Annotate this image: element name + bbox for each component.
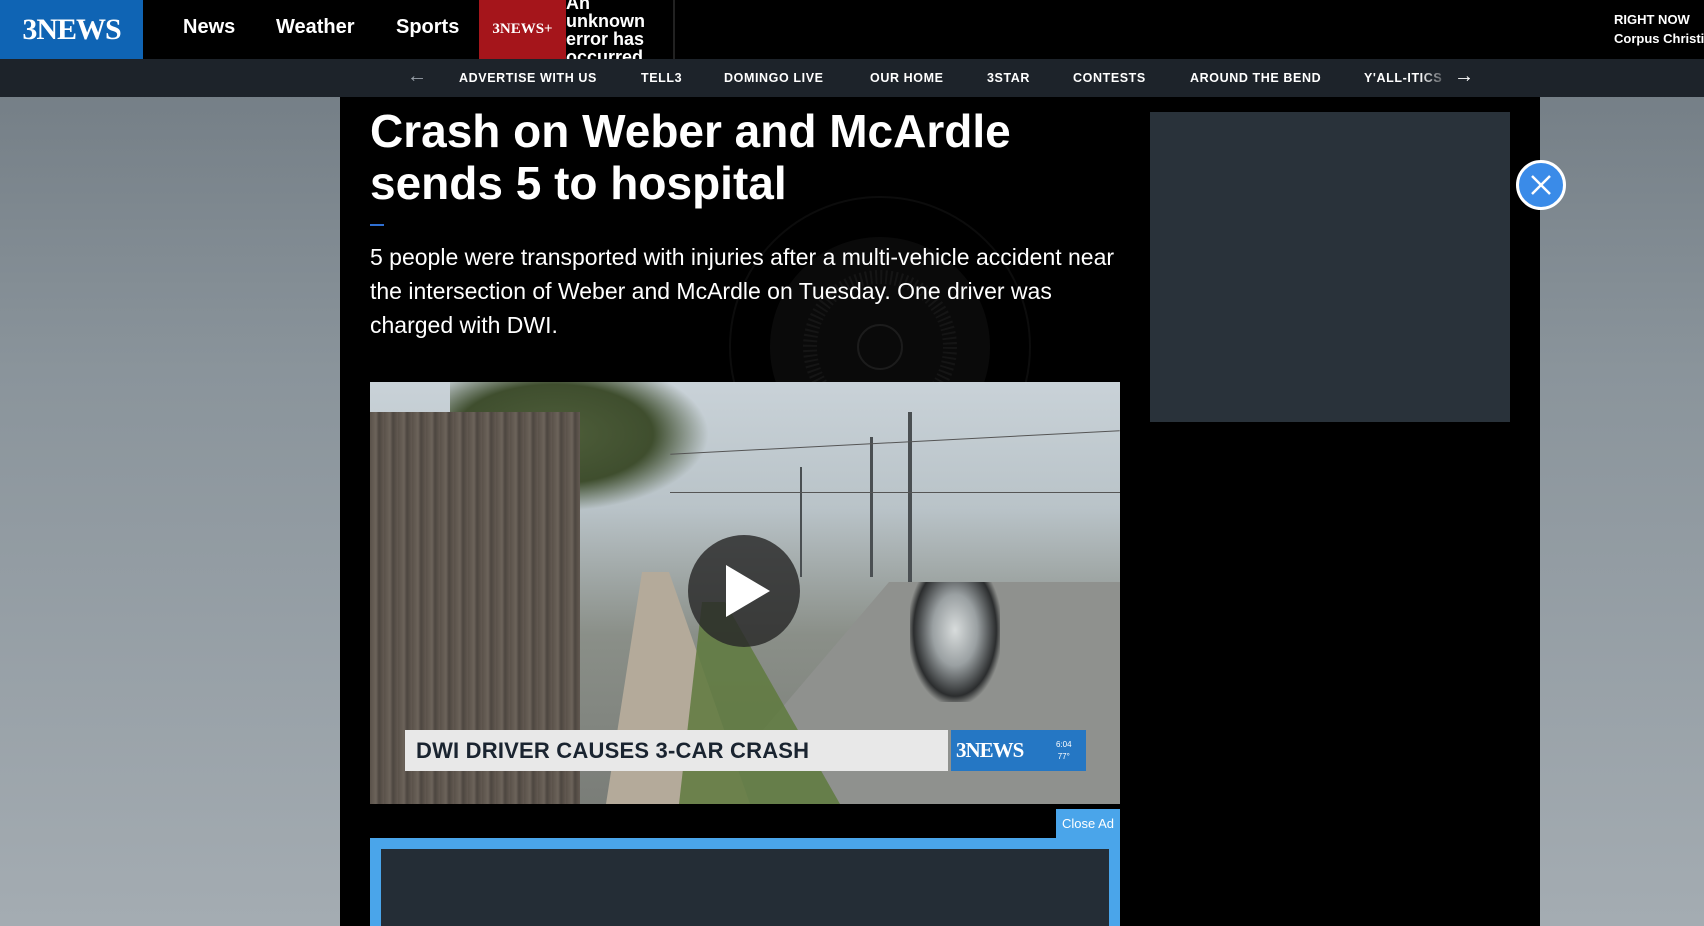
video-time: 6:04 <box>1056 740 1072 749</box>
3news-plus-button[interactable]: 3NEWS+ <box>479 0 566 59</box>
play-button[interactable] <box>688 535 800 647</box>
subnav-contests[interactable]: CONTESTS <box>1073 71 1146 85</box>
subnav-3star[interactable]: 3STAR <box>987 71 1030 85</box>
video-player[interactable]: DWI DRIVER CAUSES 3-CAR CRASH 3NEWS 6:04… <box>370 382 1120 804</box>
scroll-fade <box>1420 59 1450 97</box>
video-temp: 77° <box>1057 752 1070 761</box>
close-ad-button[interactable]: Close Ad <box>1056 809 1120 839</box>
ad-content <box>381 849 1109 926</box>
error-message: An unknown error has occurred <box>566 0 675 59</box>
arrow-right-icon[interactable]: → <box>1454 65 1474 88</box>
nav-news[interactable]: News <box>183 16 235 39</box>
subnav-advertise[interactable]: ADVERTISE WITH US <box>459 71 597 85</box>
subnav-tell3[interactable]: TELL3 <box>641 71 682 85</box>
article-headline: Crash on Weber and McArdle sends 5 to ho… <box>370 105 1011 209</box>
subnav-our-home[interactable]: OUR HOME <box>870 71 944 85</box>
subnav-domingo-live[interactable]: DOMINGO LIVE <box>724 71 824 85</box>
power-line <box>670 430 1120 455</box>
utility-pole <box>800 467 802 577</box>
close-overlay-button[interactable] <box>1516 160 1566 210</box>
article-summary: 5 people were transported with injuries … <box>370 244 1115 338</box>
video-lower-third: DWI DRIVER CAUSES 3-CAR CRASH <box>405 730 948 771</box>
utility-pole <box>870 437 873 577</box>
top-navigation: 3NEWS News Weather Sports 3NEWS+ An unkn… <box>0 0 1704 59</box>
power-line <box>670 492 1120 493</box>
close-icon <box>1531 175 1551 195</box>
utility-pole <box>908 412 912 582</box>
play-icon <box>726 565 770 617</box>
bottom-ad[interactable] <box>370 838 1120 926</box>
article-panel: Crash on Weber and McArdle sends 5 to ho… <box>340 97 1540 926</box>
right-now-label: RIGHT NOW <box>1614 12 1690 27</box>
sidebar-ad[interactable] <box>1150 112 1510 422</box>
right-now-weather[interactable]: RIGHT NOW Corpus Christi <box>1614 10 1704 48</box>
site-logo[interactable]: 3NEWS <box>0 0 143 59</box>
video-frame-motorcycle <box>910 582 1000 702</box>
video-station-logo: 3NEWS 6:04 77° <box>951 730 1086 771</box>
headline-divider <box>370 224 384 226</box>
section-navigation: ← ADVERTISE WITH US TELL3 DOMINGO LIVE O… <box>0 59 1704 97</box>
arrow-left-icon[interactable]: ← <box>407 65 427 88</box>
nav-weather[interactable]: Weather <box>276 16 355 39</box>
subnav-around-the-bend[interactable]: AROUND THE BEND <box>1190 71 1321 85</box>
nav-sports[interactable]: Sports <box>396 16 459 39</box>
right-now-location: Corpus Christi <box>1614 31 1704 46</box>
